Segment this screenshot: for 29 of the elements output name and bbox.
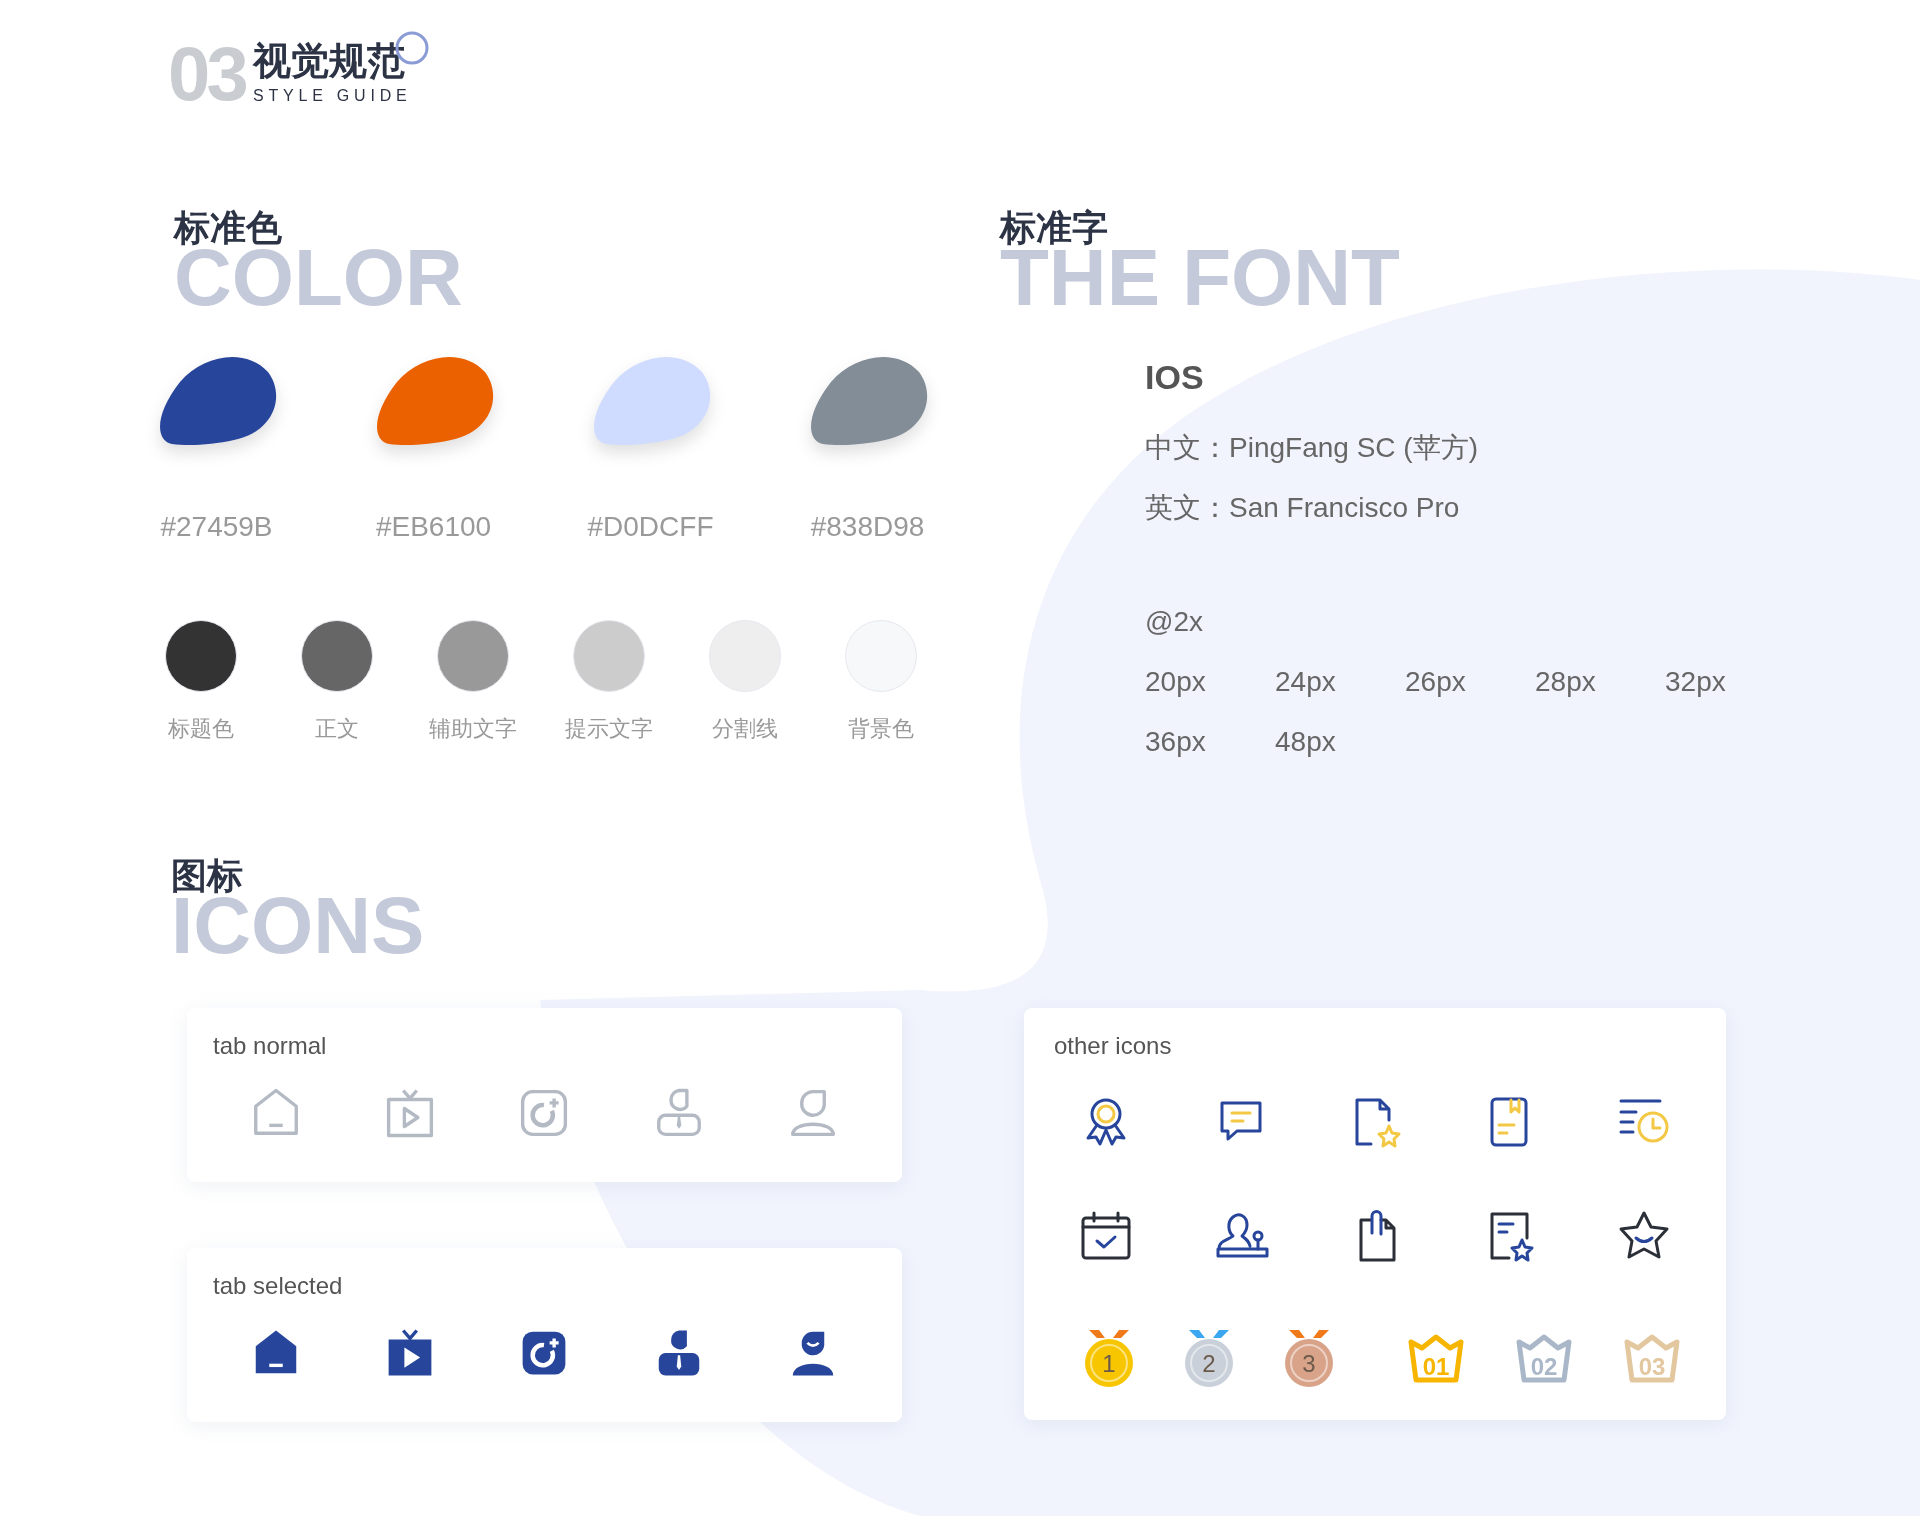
platform-label: IOS [1145, 357, 1205, 398]
font-spec-text: 中文：PingFang SC (苹方) [1145, 431, 1479, 465]
page-subtitle: STYLE GUIDE [252, 86, 412, 106]
card-title: tab normal [213, 1031, 328, 1061]
color-name-label: 辅助文字 [429, 715, 517, 743]
font-size-label: 24px [1275, 665, 1337, 699]
color-hex-label: #D0DCFF [587, 510, 714, 544]
font-size-label: 28px [1535, 665, 1597, 699]
scale-label: @2x [1145, 605, 1204, 639]
color-name-label: 标题色 [168, 715, 234, 743]
font-spec-text: 英文：San Francisco Pro [1145, 491, 1461, 525]
page-title: 视觉规范 [252, 39, 406, 84]
color-name-label: 正文 [315, 715, 359, 743]
color-name-label: 提示文字 [565, 715, 653, 743]
crown-badge-icon: 01 [1406, 1334, 1466, 1384]
color-name-label: 背景色 [848, 715, 914, 743]
font-size-label: 48px [1275, 725, 1337, 759]
crown-badge-icon: 03 [1622, 1334, 1682, 1384]
font-size-label: 26px [1405, 665, 1467, 699]
color-hex-label: #27459B [160, 510, 273, 544]
card-title: other icons [1054, 1031, 1173, 1061]
crown-badge-icon: 02 [1514, 1334, 1574, 1384]
card-title: tab selected [213, 1271, 344, 1301]
font-size-label: 36px [1145, 725, 1207, 759]
color-name-label: 分割线 [712, 715, 778, 743]
font-size-label: 20px [1145, 665, 1207, 699]
color-hex-label: #EB6100 [375, 510, 492, 544]
color-hex-label: #838D98 [810, 510, 925, 544]
font-size-label: 32px [1665, 665, 1727, 699]
